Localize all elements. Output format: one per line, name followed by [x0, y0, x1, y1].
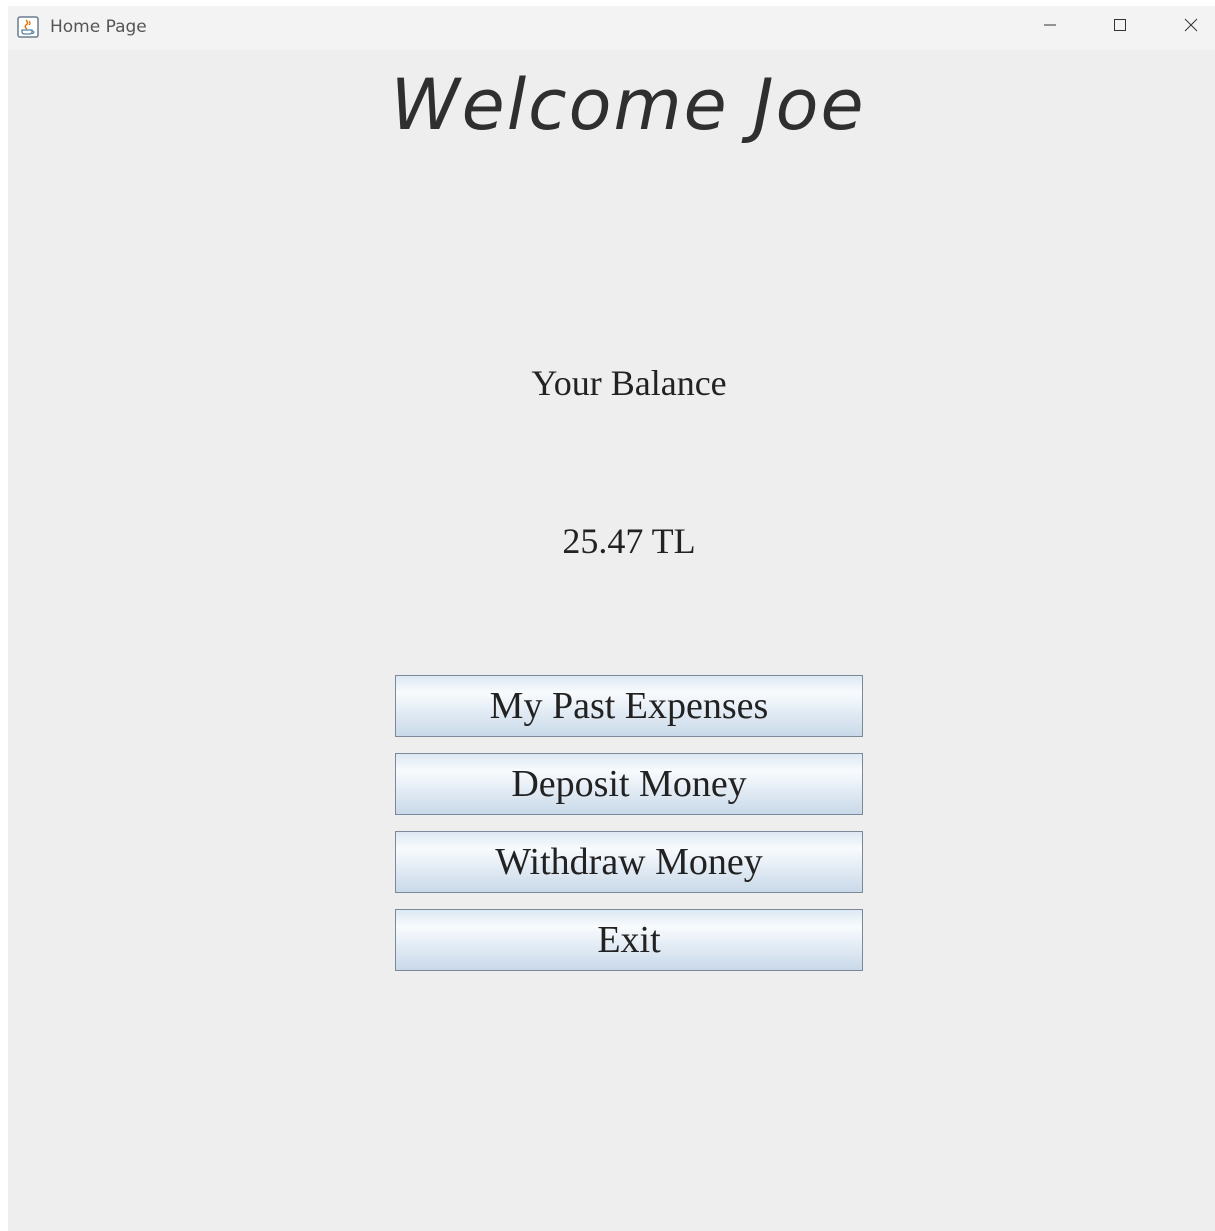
close-icon — [1183, 17, 1199, 38]
minimize-button[interactable] — [1032, 12, 1068, 42]
app-window: Home Page Welcome Joe Your Balance 25.47… — [8, 6, 1215, 1231]
welcome-heading: Welcome Joe — [390, 64, 866, 146]
maximize-icon — [1112, 17, 1128, 38]
balance-label: Your Balance — [531, 363, 727, 403]
java-cup-icon — [17, 16, 39, 38]
close-button[interactable] — [1173, 12, 1209, 42]
title-bar[interactable]: Home Page — [8, 6, 1215, 50]
minimize-icon — [1042, 17, 1058, 38]
my-past-expenses-button[interactable]: My Past Expenses — [395, 675, 863, 737]
withdraw-money-button[interactable]: Withdraw Money — [395, 831, 863, 893]
deposit-money-button[interactable]: Deposit Money — [395, 753, 863, 815]
balance-value: 25.47 TL — [562, 521, 696, 561]
maximize-button[interactable] — [1102, 12, 1138, 42]
window-title: Home Page — [50, 17, 147, 37]
exit-button[interactable]: Exit — [395, 909, 863, 971]
